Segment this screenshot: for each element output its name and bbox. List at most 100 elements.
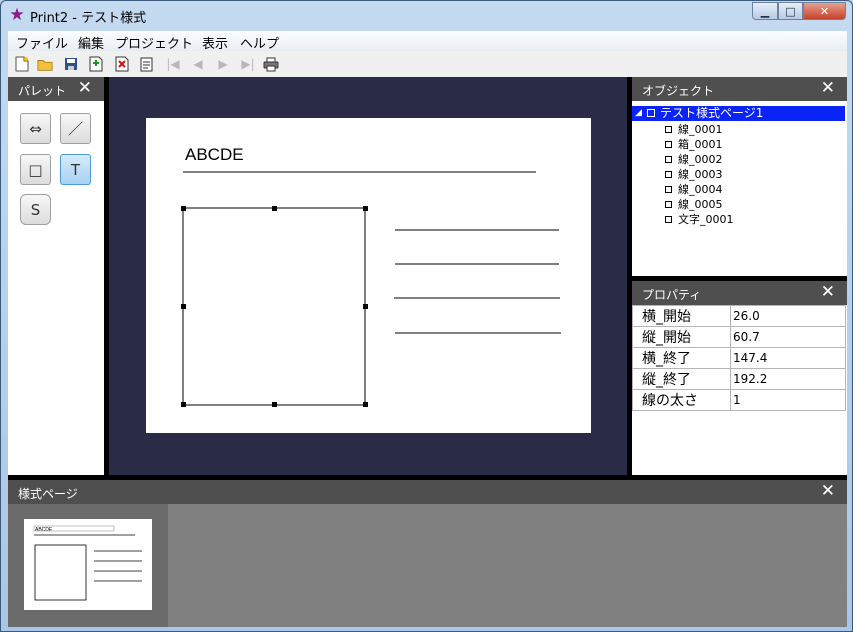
property-value[interactable]: 1 xyxy=(730,389,846,411)
close-window-button[interactable]: ✕ xyxy=(803,2,846,20)
menu-file[interactable]: ファイル xyxy=(16,33,68,52)
next-page-icon[interactable]: ▶ xyxy=(215,56,231,72)
tree-item-label: 線_0003 xyxy=(678,168,723,181)
tree-item-label: 線_0002 xyxy=(678,153,723,166)
dimension-tool-button[interactable]: ⇔ xyxy=(20,113,51,144)
line-icon: ／ xyxy=(67,120,83,138)
object-node-icon xyxy=(665,156,672,163)
object-node-icon xyxy=(665,201,672,208)
last-page-icon[interactable]: ▶| xyxy=(240,56,256,72)
property-key: 横_終了 xyxy=(632,347,731,369)
object-node-icon xyxy=(665,141,672,148)
menu-help[interactable]: ヘルプ xyxy=(240,33,279,52)
menu-view[interactable]: 表示 xyxy=(202,33,228,52)
prev-page-icon[interactable]: ◀ xyxy=(190,56,206,72)
app-window: ★ Print2 - テスト様式 ▁ □ ✕ ファイル 編集 プロジェクト 表示… xyxy=(0,0,853,632)
save-icon[interactable] xyxy=(63,56,79,72)
property-row: 縦_開始 60.7 xyxy=(632,326,846,348)
page-node-icon xyxy=(647,109,655,117)
palette-title: パレット xyxy=(18,84,67,98)
close-icon: ✕ xyxy=(819,4,830,18)
tree-item[interactable]: 線_0004 xyxy=(665,183,723,197)
palette-close-icon[interactable]: ✕ xyxy=(78,78,92,98)
print-icon[interactable] xyxy=(263,56,279,72)
toolbar: |◀ ◀ ▶ ▶| xyxy=(8,51,847,78)
line-tool-button[interactable]: ／ xyxy=(60,113,91,144)
menu-bar: ファイル 編集 プロジェクト 表示 ヘルプ xyxy=(8,31,847,52)
window-title: Print2 - テスト様式 xyxy=(30,11,147,26)
pages-header: 様式ページ ✕ xyxy=(8,480,847,504)
objects-close-icon[interactable]: ✕ xyxy=(821,78,835,98)
page-thumbnail-strip: ABCDE xyxy=(8,504,168,627)
pages-title: 様式ページ xyxy=(18,487,78,501)
maximize-button[interactable]: □ xyxy=(778,2,803,20)
objects-panel: ◢ テスト様式ページ1 線_0001 箱_0001 線_0002 線_0003 … xyxy=(632,101,847,276)
property-value[interactable]: 147.4 xyxy=(730,347,846,369)
objects-header: オブジェクト ✕ xyxy=(632,77,847,101)
tree-item[interactable]: 線_0003 xyxy=(665,168,723,182)
client-area: ファイル 編集 プロジェクト 表示 ヘルプ |◀ ◀ ▶ ▶| パレット ✕ ⇔… xyxy=(8,31,847,627)
property-row: 横_開始 26.0 xyxy=(632,305,846,327)
new-icon[interactable] xyxy=(14,56,30,72)
tree-item-label: 線_0001 xyxy=(678,123,723,136)
tree-item[interactable]: 線_0002 xyxy=(665,153,723,167)
property-key: 線の太さ xyxy=(632,389,731,411)
object-node-icon xyxy=(665,186,672,193)
properties-title: プロパティ xyxy=(642,288,702,302)
property-value[interactable]: 192.2 xyxy=(730,368,846,390)
property-key: 縦_終了 xyxy=(632,368,731,390)
s-tool-button[interactable]: S xyxy=(20,194,51,225)
maximize-icon: □ xyxy=(785,4,796,18)
tree-item[interactable]: 箱_0001 xyxy=(665,138,723,152)
s-icon: S xyxy=(30,200,41,219)
selection-handles[interactable] xyxy=(181,206,368,407)
canvas-box-0001[interactable] xyxy=(182,207,366,406)
tree-root-page[interactable]: ◢ テスト様式ページ1 xyxy=(632,106,845,121)
object-node-icon xyxy=(665,126,672,133)
objects-title: オブジェクト xyxy=(642,84,715,98)
property-value[interactable]: 60.7 xyxy=(730,326,846,348)
tree-item[interactable]: 文字_0001 xyxy=(665,213,734,227)
menu-project[interactable]: プロジェクト xyxy=(115,33,193,52)
page-drawing: ABCDE xyxy=(181,145,561,407)
minimize-button[interactable]: ▁ xyxy=(752,2,778,20)
palette-header: パレット ✕ xyxy=(8,77,104,101)
page-thumbnail[interactable]: ABCDE xyxy=(24,519,152,610)
delete-page-icon[interactable] xyxy=(114,56,130,72)
first-page-icon[interactable]: |◀ xyxy=(165,56,181,72)
properties-icon[interactable] xyxy=(138,56,154,72)
minimize-icon: ▁ xyxy=(760,4,770,18)
menu-edit[interactable]: 編集 xyxy=(78,33,104,52)
add-page-icon[interactable] xyxy=(88,56,104,72)
expand-triangle-icon[interactable]: ◢ xyxy=(635,106,642,121)
thumbnail-text: ABCDE xyxy=(35,527,53,533)
pages-close-icon[interactable]: ✕ xyxy=(821,481,835,501)
properties-close-icon[interactable]: ✕ xyxy=(821,282,835,302)
tree-root-label: テスト様式ページ1 xyxy=(660,106,764,120)
design-canvas[interactable]: ABCDE xyxy=(109,77,627,475)
property-row: 横_終了 147.4 xyxy=(632,347,846,369)
open-folder-icon[interactable] xyxy=(37,56,53,72)
tree-item-label: 箱_0001 xyxy=(678,138,723,151)
tree-item[interactable]: 線_0005 xyxy=(665,198,723,212)
canvas-text-object[interactable]: ABCDE xyxy=(185,145,244,164)
tree-item-label: 文字_0001 xyxy=(678,213,734,226)
property-row: 縦_終了 192.2 xyxy=(632,368,846,390)
tree-item[interactable]: 線_0001 xyxy=(665,123,723,137)
text-tool-button[interactable]: T xyxy=(60,154,91,185)
thumbnail-drawing: ABCDE xyxy=(33,525,142,601)
pages-panel: ABCDE xyxy=(8,504,847,627)
rectangle-icon: □ xyxy=(28,160,43,179)
property-grid: 横_開始 26.0 縦_開始 60.7 横_終了 147.4 縦_終了 192.2 線の… xyxy=(632,305,846,411)
object-node-icon xyxy=(665,171,672,178)
window-controls: ▁ □ ✕ xyxy=(752,2,846,21)
palette-panel: ⇔ ／ □ T S xyxy=(8,101,104,475)
property-value[interactable]: 26.0 xyxy=(730,305,846,327)
text-icon: T xyxy=(70,160,81,179)
title-bar[interactable]: ★ Print2 - テスト様式 ▁ □ ✕ xyxy=(1,1,852,30)
object-node-icon xyxy=(665,216,672,223)
rectangle-tool-button[interactable]: □ xyxy=(20,154,51,185)
property-key: 縦_開始 xyxy=(632,326,731,348)
form-page[interactable]: ABCDE xyxy=(146,118,591,433)
properties-header: プロパティ ✕ xyxy=(632,281,847,305)
